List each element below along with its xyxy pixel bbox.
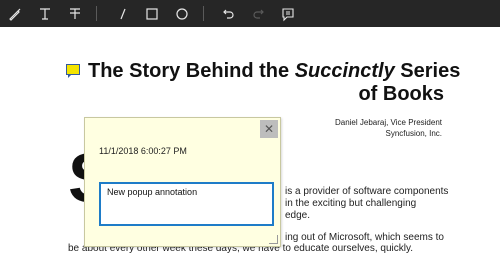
body-text-line: edge. — [285, 210, 311, 221]
document-title: The Story Behind the Succinctly Series o… — [88, 60, 460, 106]
popup-date: 11/1/2018 6:00:27 PM — [99, 146, 187, 156]
popup-annotation[interactable]: ✕ 11/1/2018 6:00:27 PM New popup annotat… — [84, 117, 281, 247]
resize-grip-icon[interactable] — [269, 235, 278, 244]
ink-pen-icon[interactable] — [4, 3, 26, 25]
annotation-toolbar — [0, 0, 500, 27]
close-icon[interactable]: ✕ — [260, 120, 278, 138]
body-text-line: in the exciting but challenging — [285, 198, 417, 209]
author-company: Syncfusion, Inc. — [385, 129, 442, 138]
text-markup-icon[interactable] — [34, 3, 56, 25]
sticky-note-icon[interactable] — [66, 64, 80, 78]
toolbar-separator — [96, 6, 97, 21]
popup-note-icon[interactable] — [277, 3, 299, 25]
line-icon[interactable] — [112, 3, 134, 25]
title-italic: Succinctly — [294, 60, 395, 82]
redo-icon[interactable] — [247, 3, 269, 25]
rectangle-icon[interactable] — [141, 3, 163, 25]
toolbar-separator — [203, 6, 204, 21]
strikethrough-icon[interactable] — [64, 3, 86, 25]
body-text-line: is a provider of software components — [285, 186, 449, 197]
title-pre: The Story Behind the — [88, 60, 295, 82]
ellipse-icon[interactable] — [171, 3, 193, 25]
title-post: Series — [394, 60, 461, 82]
undo-icon[interactable] — [218, 3, 240, 25]
title-line2: of Books — [358, 83, 444, 105]
author-block: Daniel Jebaraj, Vice President Syncfusio… — [300, 117, 442, 139]
popup-text-input[interactable]: New popup annotation — [99, 182, 274, 226]
author-name: Daniel Jebaraj, Vice President — [334, 118, 442, 127]
